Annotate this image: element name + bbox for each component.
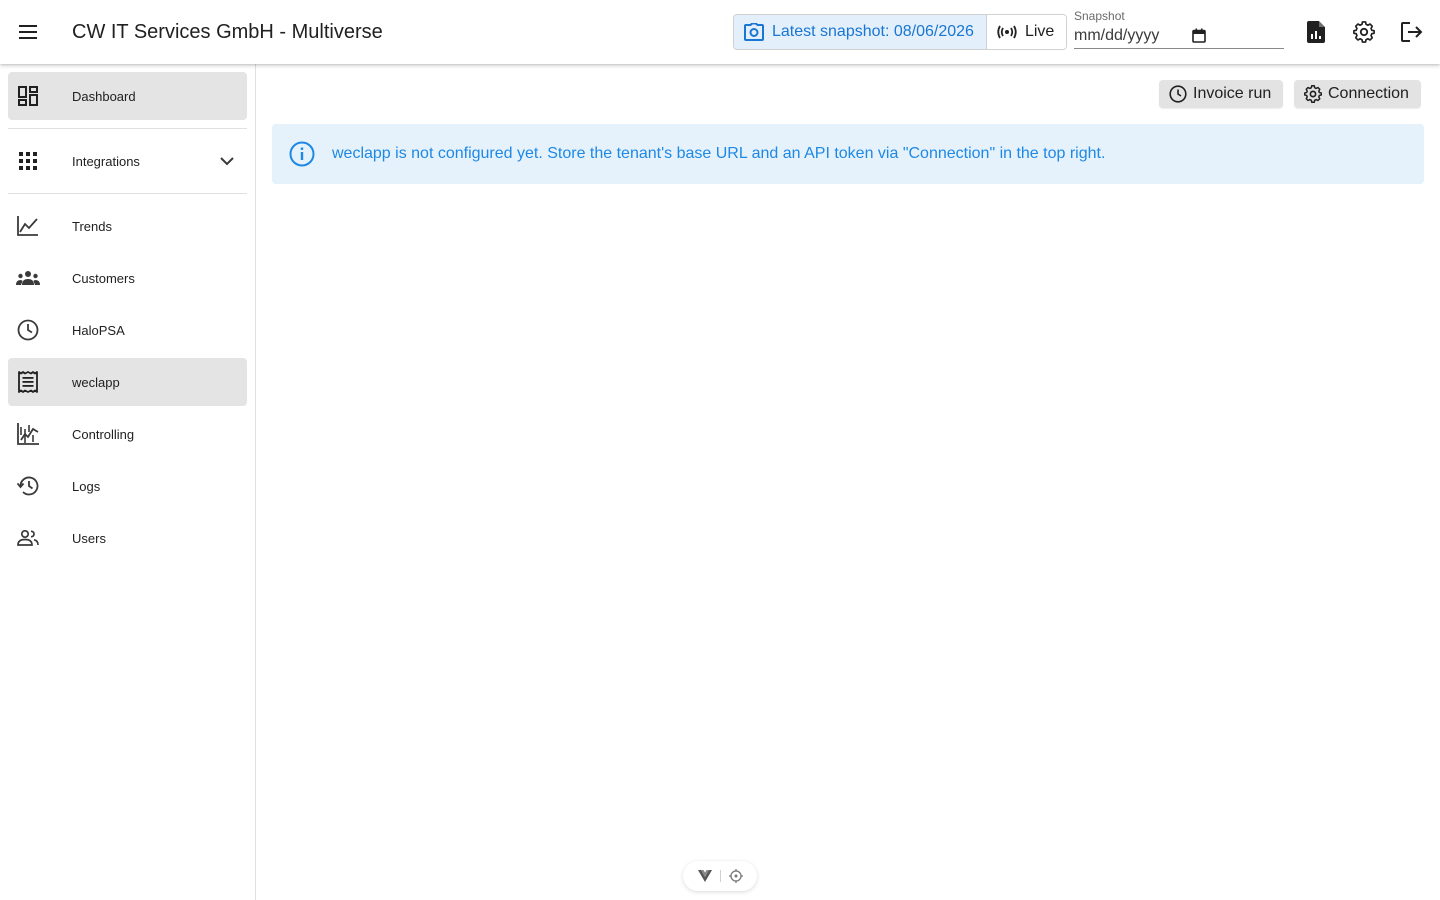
latest-snapshot-label: Latest snapshot: 08/06/2026 — [772, 23, 974, 40]
crosshair-icon[interactable] — [728, 869, 743, 883]
info-alert: weclapp is not configured yet. Store the… — [272, 124, 1424, 184]
sidebar-item-users[interactable]: Users — [8, 514, 247, 562]
sidebar: Dashboard Integrations Trends Customers … — [0, 64, 256, 900]
report-button[interactable] — [1300, 16, 1332, 48]
report-icon — [1307, 21, 1325, 43]
logout-button[interactable] — [1396, 16, 1428, 48]
live-label: Live — [1024, 23, 1055, 40]
sidebar-item-label: Trends — [72, 218, 112, 234]
sidebar-item-label: Users — [72, 530, 106, 546]
settings-button[interactable] — [1348, 16, 1380, 48]
sidebar-item-label: Dashboard — [72, 88, 136, 104]
sidebar-item-halopsa[interactable]: HaloPSA — [8, 306, 247, 354]
clock-icon — [16, 318, 40, 342]
sidebar-item-customers[interactable]: Customers — [8, 254, 247, 302]
app-bar: CW IT Services GmbH - Multiverse Latest … — [0, 0, 1440, 64]
sidebar-item-label: Customers — [72, 270, 135, 286]
snapshot-toggle-group: Latest snapshot: 08/06/2026 Live — [733, 14, 1068, 50]
clock-icon — [1169, 85, 1187, 103]
menu-button[interactable] — [0, 0, 56, 64]
people-icon — [16, 526, 40, 550]
connection-button[interactable]: Connection — [1294, 80, 1421, 108]
stock-chart-icon — [16, 422, 40, 446]
dashboard-icon — [16, 84, 40, 108]
sidebar-divider — [8, 128, 247, 129]
invoice-run-button[interactable]: Invoice run — [1159, 80, 1284, 108]
sidebar-item-integrations[interactable]: Integrations — [8, 137, 247, 185]
main-content: Invoice run Connection weclapp is not co… — [256, 64, 1440, 900]
app-title: CW IT Services GmbH - Multiverse — [72, 20, 383, 43]
snapshot-date-placeholder: mm/dd/yyyy — [1074, 27, 1160, 44]
sidebar-item-trends[interactable]: Trends — [8, 202, 247, 250]
apps-grid-icon — [16, 149, 40, 173]
snapshot-mode-group: Latest snapshot: 08/06/2026 Live — [733, 14, 1068, 50]
sidebar-item-label: HaloPSA — [72, 322, 125, 338]
pill-divider — [719, 870, 721, 882]
sidebar-divider — [8, 193, 247, 194]
history-icon — [16, 474, 40, 498]
line-chart-icon — [16, 214, 40, 238]
sidebar-item-dashboard[interactable]: Dashboard — [8, 72, 247, 120]
snapshot-field-label: Snapshot — [1074, 9, 1125, 23]
sidebar-item-label: Controlling — [72, 426, 135, 442]
invoice-run-label: Invoice run — [1193, 85, 1272, 102]
settings-icon — [1304, 85, 1322, 103]
latest-snapshot-button[interactable]: Latest snapshot: 08/06/2026 — [734, 15, 987, 49]
devtools-toggle[interactable] — [683, 861, 757, 891]
sidebar-item-logs[interactable]: Logs — [8, 462, 247, 510]
snapshot-date-field[interactable]: Snapshot mm/dd/yyyy — [1074, 8, 1284, 49]
sidebar-item-label: Logs — [72, 478, 101, 494]
sidebar-item-label: Integrations — [72, 153, 140, 169]
info-icon — [289, 141, 315, 167]
camera-icon — [744, 23, 764, 41]
settings-icon — [1353, 21, 1375, 43]
sidebar-item-weclapp[interactable]: weclapp — [8, 358, 247, 406]
alert-message: weclapp is not configured yet. Store the… — [332, 145, 1106, 162]
receipt-icon — [16, 370, 40, 394]
calendar-icon[interactable] — [1192, 28, 1206, 43]
chevron-down-icon — [220, 157, 234, 166]
live-button[interactable]: Live — [986, 15, 1067, 49]
menu-icon — [19, 25, 37, 39]
sidebar-item-label: weclapp — [72, 374, 120, 390]
live-broadcast-icon — [997, 25, 1017, 39]
logout-icon — [1401, 22, 1423, 42]
vue-logo-icon — [697, 870, 712, 882]
sidebar-item-controlling[interactable]: Controlling — [8, 410, 247, 458]
group-icon — [16, 266, 40, 290]
connection-label: Connection — [1328, 85, 1409, 102]
